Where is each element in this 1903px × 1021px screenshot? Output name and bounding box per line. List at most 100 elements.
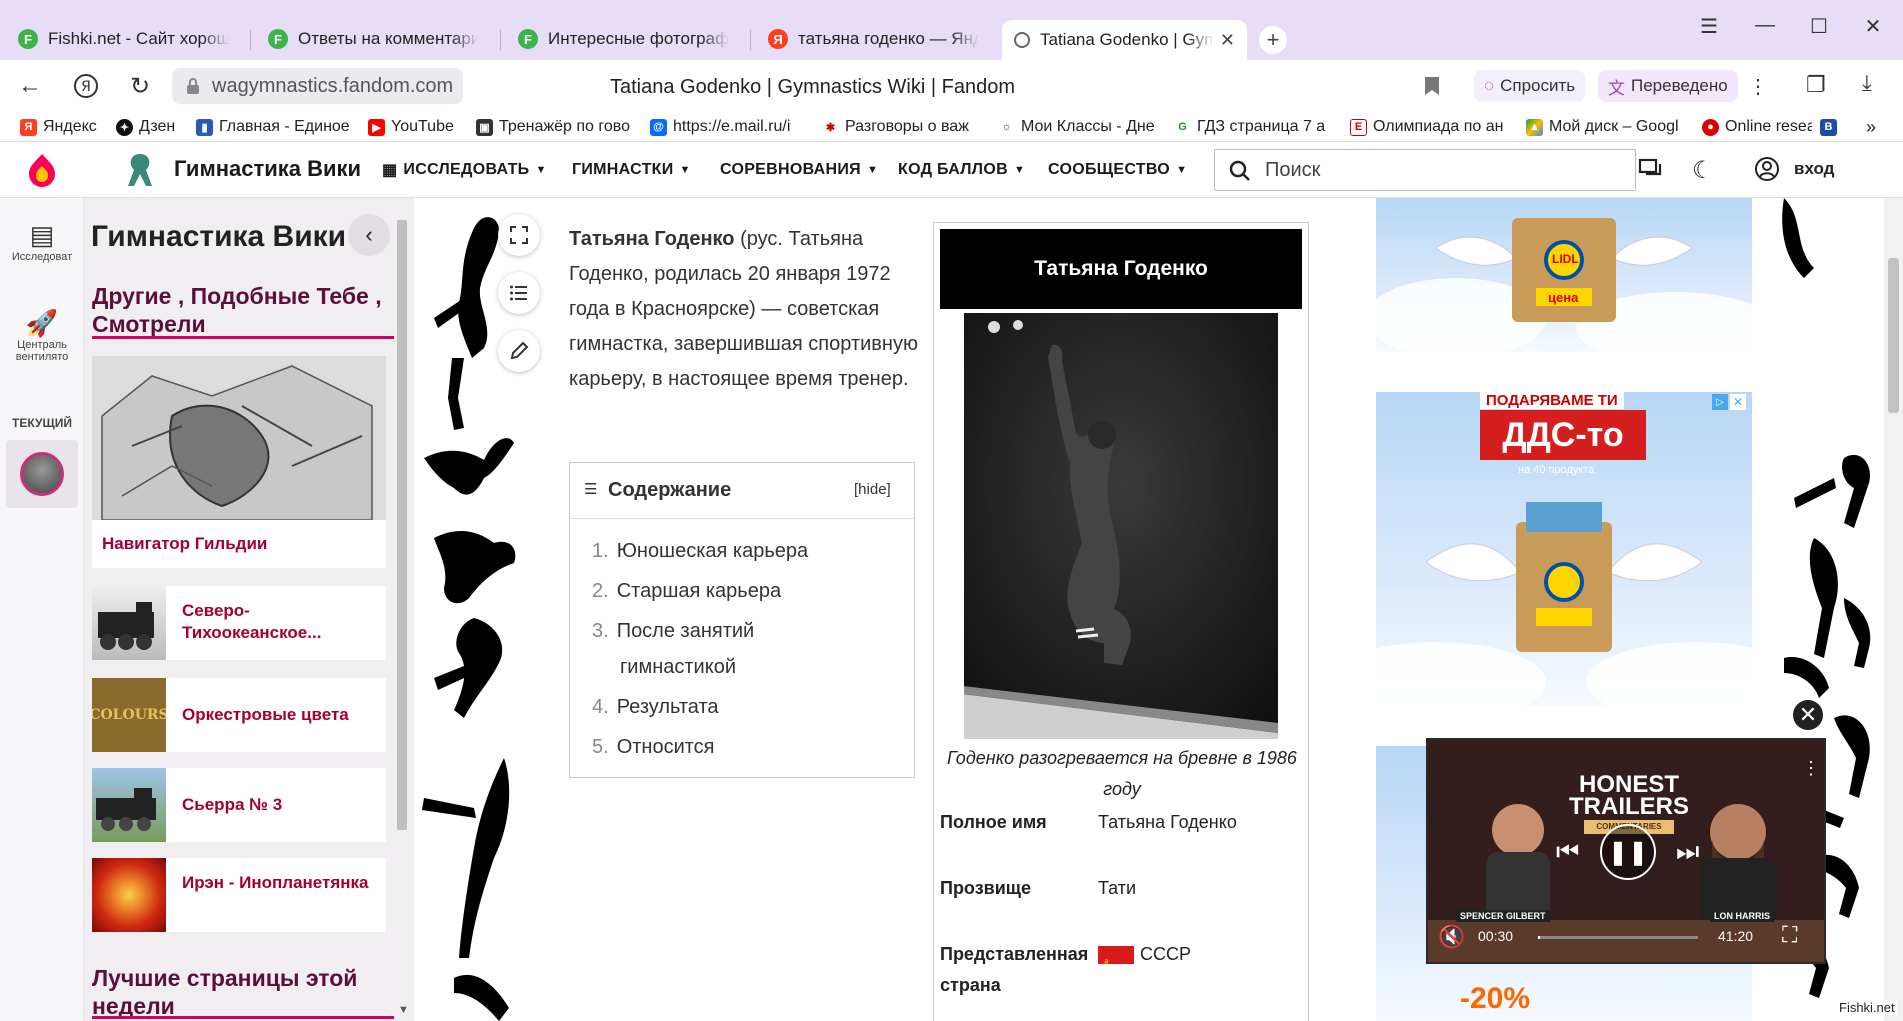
bookmark-google-drive[interactable]: ▲ Мой диск – Googl — [1526, 116, 1686, 138]
tab-gymnastics-wiki[interactable]: Tatiana Godenko | Gymnastics Wiki ✕ — [1002, 20, 1247, 60]
ad-bag-text: цена — [1548, 290, 1579, 305]
bookmark-online-research[interactable]: ● Online resear — [1702, 116, 1812, 138]
list-item[interactable]: Ирэн - Инопланетянка — [92, 858, 386, 932]
nav-explore[interactable]: ▦ ИССЛЕДОВАТЬ ▼ — [382, 142, 547, 198]
bookmark-gdz[interactable]: G ГДЗ страница 7 а — [1174, 116, 1334, 138]
toc-item-senior-career[interactable]: 2. Старшая карьера — [592, 573, 781, 609]
tab-fishki-replies[interactable]: F Ответы на комментарии — [256, 22, 491, 56]
bookmark-b[interactable]: B — [1820, 116, 1844, 138]
toc-hide-link[interactable]: [hide] — [854, 481, 891, 498]
gymnast-silhouettes-background — [422, 217, 516, 1021]
yandex-logo-icon[interactable]: Я — [68, 68, 104, 104]
scroll-down-icon[interactable]: ▼ — [398, 1004, 409, 1016]
close-window-icon[interactable]: ✕ — [1858, 14, 1888, 39]
adchoices-icon[interactable]: ▷ — [1712, 394, 1728, 410]
page-scrollbar[interactable] — [1884, 198, 1903, 1021]
previous-icon[interactable]: ⏮ — [1556, 836, 1579, 868]
fullscreen-button[interactable] — [498, 214, 540, 256]
video-lower-third-right: LON HARRIS — [1710, 910, 1774, 922]
next-icon[interactable]: ⏭ — [1676, 836, 1699, 868]
minimize-icon[interactable]: — — [1750, 14, 1780, 37]
list-item[interactable]: Сьерра № 3 — [92, 768, 386, 842]
bookmark-dzen[interactable]: ✦ Дзен — [116, 116, 184, 138]
wiki-name[interactable]: Гимнастика Вики — [174, 156, 361, 182]
list-item-label: Оркестровые цвета — [182, 705, 349, 724]
svg-text:Я: Я — [81, 79, 91, 95]
tab-yandex-search[interactable]: Я татьяна годенко — Яндекс — [756, 22, 991, 56]
video-more-icon[interactable]: ⋮ — [1802, 758, 1820, 779]
reload-icon[interactable]: ↻ — [122, 68, 158, 104]
bookmark-mail[interactable]: @ https://e.mail.ru/i — [650, 116, 810, 138]
ad-banner-top[interactable]: LIDL цена — [1376, 198, 1752, 352]
rail-fan-central[interactable]: 🚀 Централь вентилято — [0, 308, 84, 363]
discussions-icon[interactable] — [1638, 158, 1664, 187]
sidebar-scrollbar[interactable] — [397, 220, 407, 830]
toc-item-references[interactable]: 5. Относится — [592, 729, 715, 765]
translated-button[interactable]: 文 Переведено — [1598, 70, 1738, 102]
toc-number: 3. — [592, 620, 609, 642]
bookmark-icon[interactable] — [1424, 76, 1440, 102]
bookmark-olympiad[interactable]: E Олимпиада по ан — [1350, 116, 1510, 138]
list-item[interactable]: Северо-Тихоокеанское... — [92, 586, 386, 660]
video-progress-track[interactable] — [1538, 936, 1698, 939]
tab-close-icon[interactable]: ✕ — [1220, 30, 1235, 51]
tab-fishki-photos[interactable]: F Интересные фотографии — [506, 22, 741, 56]
toc-hide-label: hide — [858, 481, 887, 498]
nav-code-of-points[interactable]: КОД БАЛЛОВ ▼ — [898, 142, 1025, 198]
toc-item-results[interactable]: 4. Результата — [592, 689, 719, 725]
user-icon[interactable] — [1754, 156, 1780, 187]
bookmark-classes[interactable]: ☼ Мои Классы - Дне — [998, 116, 1158, 138]
bookmark-gosuslugi[interactable]: ▮ Главная - Единое — [196, 116, 350, 138]
video-close-button[interactable]: ✕ — [1793, 700, 1823, 730]
collections-icon[interactable]: ❐ — [1806, 72, 1826, 98]
bookmark-talks[interactable]: ✱ Разговоры о важ — [822, 116, 982, 138]
login-link[interactable]: вход — [1794, 159, 1834, 179]
list-item[interactable]: COLOURS Оркестровые цвета — [92, 678, 386, 752]
muted-speaker-icon[interactable]: 🔇 — [1438, 924, 1465, 950]
nav-label: КОД БАЛЛОВ — [898, 161, 1008, 178]
bookmarks-overflow-icon[interactable]: » — [1866, 116, 1886, 138]
tab-title: Fishki.net - Сайт хорошего настроения — [48, 29, 229, 48]
toc-toggle-button[interactable] — [498, 272, 540, 314]
bookmark-yandex[interactable]: Я Яндекс — [20, 116, 108, 138]
fishki-favicon-icon: F — [518, 29, 538, 49]
wiki-logo-icon[interactable] — [120, 150, 160, 190]
fandom-logo-icon[interactable] — [0, 142, 84, 198]
bookmark-trainer[interactable]: ▣ Тренажёр по гово — [476, 116, 636, 138]
search-input[interactable]: Поиск — [1214, 149, 1636, 191]
toc-item-after-gymnastics[interactable]: 3. После занятий гимнастикой — [592, 613, 822, 685]
more-menu-icon[interactable]: ⋮ — [1748, 74, 1768, 99]
edit-button[interactable] — [498, 330, 540, 372]
maximize-icon[interactable]: ☐ — [1804, 14, 1834, 39]
olympiad-icon: E — [1350, 118, 1367, 136]
pause-button[interactable]: ❚❚ — [1600, 824, 1656, 880]
collapse-sidebar-button[interactable]: ‹ — [348, 214, 390, 256]
ask-button[interactable]: ◌ Спросить — [1474, 70, 1586, 102]
bookmark-label: Яндекс — [43, 118, 97, 135]
floating-video-player[interactable]: HONEST TRAILERS COMMENTARIES SPENCER GIL… — [1426, 738, 1826, 964]
rail-current-item[interactable] — [6, 440, 78, 508]
video-fullscreen-icon[interactable]: ⛶ — [1782, 922, 1797, 948]
bookmark-youtube[interactable]: ▶ YouTube — [368, 116, 468, 138]
menu-icon[interactable]: ☰ — [1694, 14, 1724, 39]
rail-explore[interactable]: ▤ Исследоват — [0, 220, 84, 263]
new-tab-button[interactable]: + — [1259, 26, 1287, 54]
toc-item-youth-career[interactable]: 1. Юношеская карьера — [592, 533, 808, 569]
page-scrollbar-thumb[interactable] — [1888, 258, 1899, 413]
trainer-icon: ▣ — [476, 118, 493, 136]
nav-community[interactable]: СООБЩЕСТВО ▼ — [1048, 142, 1187, 198]
url-field[interactable]: wagymnastics.fandom.com — [172, 68, 464, 104]
tab-fishki-main[interactable]: F Fishki.net - Сайт хорошего настроения — [6, 22, 241, 56]
thumbnail-text: COLOURS — [92, 707, 166, 723]
dark-mode-moon-icon[interactable]: ☾ — [1692, 156, 1714, 185]
country-name[interactable]: СССР — [1140, 939, 1191, 970]
featured-card[interactable]: Навигатор Гильдии — [92, 356, 386, 568]
gymnast-photo[interactable] — [964, 313, 1278, 739]
back-arrow-icon[interactable]: ← — [12, 68, 48, 104]
ad-close-icon[interactable]: ✕ — [1730, 394, 1746, 410]
nav-competitions[interactable]: СОРЕВНОВАНИЯ ▼ — [720, 142, 878, 198]
ad-banner-middle[interactable]: ПОДАРЯВАМЕ ТИ ДДС-то на 40 продукта ▷ ✕ — [1376, 392, 1752, 706]
nav-gymnasts[interactable]: ГИМНАСТКИ ▼ — [572, 142, 691, 198]
ad-headline-sub: на 40 продукта — [1518, 464, 1595, 476]
downloads-icon[interactable]: ⤓ — [1862, 70, 1872, 96]
